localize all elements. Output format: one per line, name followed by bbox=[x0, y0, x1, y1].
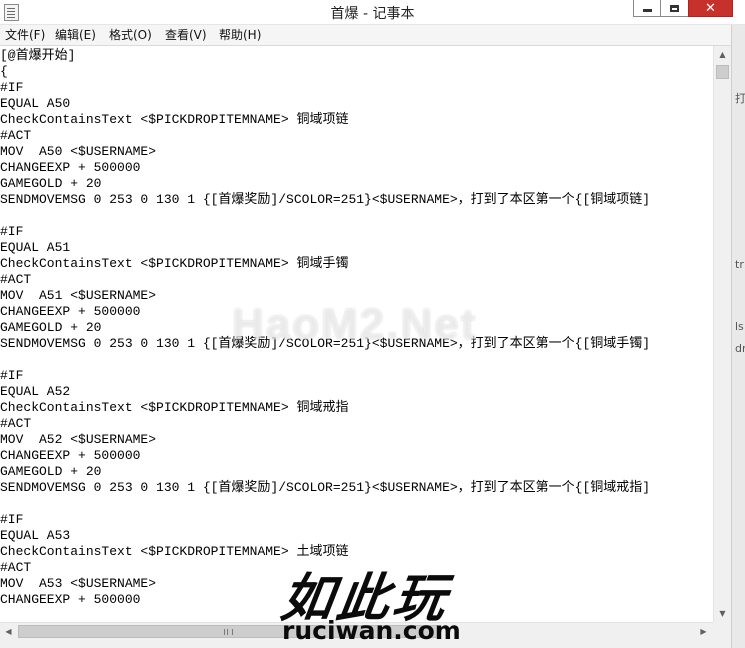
maximize-icon bbox=[670, 4, 679, 12]
editor-line: CHANGEEXP + 500000 bbox=[0, 592, 141, 607]
menu-view[interactable]: 查看(V) bbox=[165, 27, 207, 43]
editor-line: [@首爆开始] bbox=[0, 48, 76, 63]
close-icon: ✕ bbox=[705, 0, 716, 16]
watermark-site: HaoM2.Net bbox=[232, 300, 478, 349]
editor-line: #IF bbox=[0, 368, 24, 383]
editor-line: GAMEGOLD + 20 bbox=[0, 320, 102, 335]
background-text: tr bbox=[735, 258, 744, 271]
title-bar[interactable]: 首爆 - 记事本 ✕ bbox=[0, 0, 745, 25]
maximize-button[interactable] bbox=[660, 0, 688, 17]
editor-line: #IF bbox=[0, 224, 24, 239]
editor-line: EQUAL A53 bbox=[0, 528, 71, 543]
editor-line: CheckContainsText <$PICKDROPITEMNAME> 铜域… bbox=[0, 256, 349, 271]
chevron-down-icon: ▼ bbox=[719, 609, 726, 618]
editor-line: SENDMOVEMSG 0 253 0 130 1 {[首爆奖励]/SCOLOR… bbox=[0, 480, 651, 495]
editor-line: CHANGEEXP + 500000 bbox=[0, 304, 141, 319]
menu-format[interactable]: 格式(O) bbox=[109, 27, 152, 43]
editor-line: MOV A53 <$USERNAME> bbox=[0, 576, 157, 591]
editor-line: CHANGEEXP + 500000 bbox=[0, 448, 141, 463]
editor-line: GAMEGOLD + 20 bbox=[0, 176, 102, 191]
editor-line: EQUAL A50 bbox=[0, 96, 71, 111]
scroll-right-button[interactable]: ▶ bbox=[695, 623, 712, 640]
editor-line: MOV A50 <$USERNAME> bbox=[0, 144, 157, 159]
scroll-left-button[interactable]: ◀ bbox=[0, 623, 17, 640]
chevron-up-icon: ▲ bbox=[719, 50, 726, 59]
editor-line: MOV A51 <$USERNAME> bbox=[0, 288, 157, 303]
vertical-scroll-thumb[interactable] bbox=[716, 65, 729, 79]
editor-line: #ACT bbox=[0, 128, 32, 143]
editor-line: #ACT bbox=[0, 560, 32, 575]
editor-line: CheckContainsText <$PICKDROPITEMNAME> 铜域… bbox=[0, 400, 349, 415]
menu-help[interactable]: 帮助(H) bbox=[219, 27, 261, 43]
editor-line: CheckContainsText <$PICKDROPITEMNAME> 铜域… bbox=[0, 112, 349, 127]
scroll-up-button[interactable]: ▲ bbox=[714, 46, 731, 63]
scrollbar-corner bbox=[713, 622, 731, 640]
editor-line: #IF bbox=[0, 512, 24, 527]
editor-line: SENDMOVEMSG 0 253 0 130 1 {[首爆奖励]/SCOLOR… bbox=[0, 192, 651, 207]
close-button[interactable]: ✕ bbox=[688, 0, 733, 17]
scroll-down-button[interactable]: ▼ bbox=[714, 605, 731, 622]
minimize-icon bbox=[643, 9, 652, 12]
editor-line: #IF bbox=[0, 80, 24, 95]
chevron-right-icon: ▶ bbox=[700, 627, 707, 636]
grip-icon bbox=[223, 628, 233, 635]
editor-line: EQUAL A51 bbox=[0, 240, 71, 255]
editor-line: EQUAL A52 bbox=[0, 384, 71, 399]
editor-line: #ACT bbox=[0, 416, 32, 431]
minimize-button[interactable] bbox=[633, 0, 661, 17]
background-text: ls bbox=[735, 320, 744, 333]
notepad-window: 首爆 - 记事本 ✕ 文件(F) 编辑(E) 格式(O) 查看(V) 帮助(H)… bbox=[0, 0, 745, 648]
editor-line: #ACT bbox=[0, 272, 32, 287]
menu-file[interactable]: 文件(F) bbox=[5, 27, 45, 43]
editor-line: { bbox=[0, 64, 8, 79]
menu-bar: 文件(F) 编辑(E) 格式(O) 查看(V) 帮助(H) bbox=[0, 25, 745, 46]
editor-line: CHANGEEXP + 500000 bbox=[0, 160, 141, 175]
editor-line: GAMEGOLD + 20 bbox=[0, 464, 102, 479]
watermark-url: ruciwan.com bbox=[282, 616, 461, 645]
chevron-left-icon: ◀ bbox=[5, 627, 12, 636]
background-text: 打 bbox=[735, 92, 745, 105]
menu-edit[interactable]: 编辑(E) bbox=[55, 27, 96, 43]
background-window-edge bbox=[731, 25, 745, 648]
editor-line: MOV A52 <$USERNAME> bbox=[0, 432, 157, 447]
vertical-scrollbar[interactable]: ▲ ▼ bbox=[713, 46, 731, 622]
background-text: dr bbox=[735, 342, 745, 355]
